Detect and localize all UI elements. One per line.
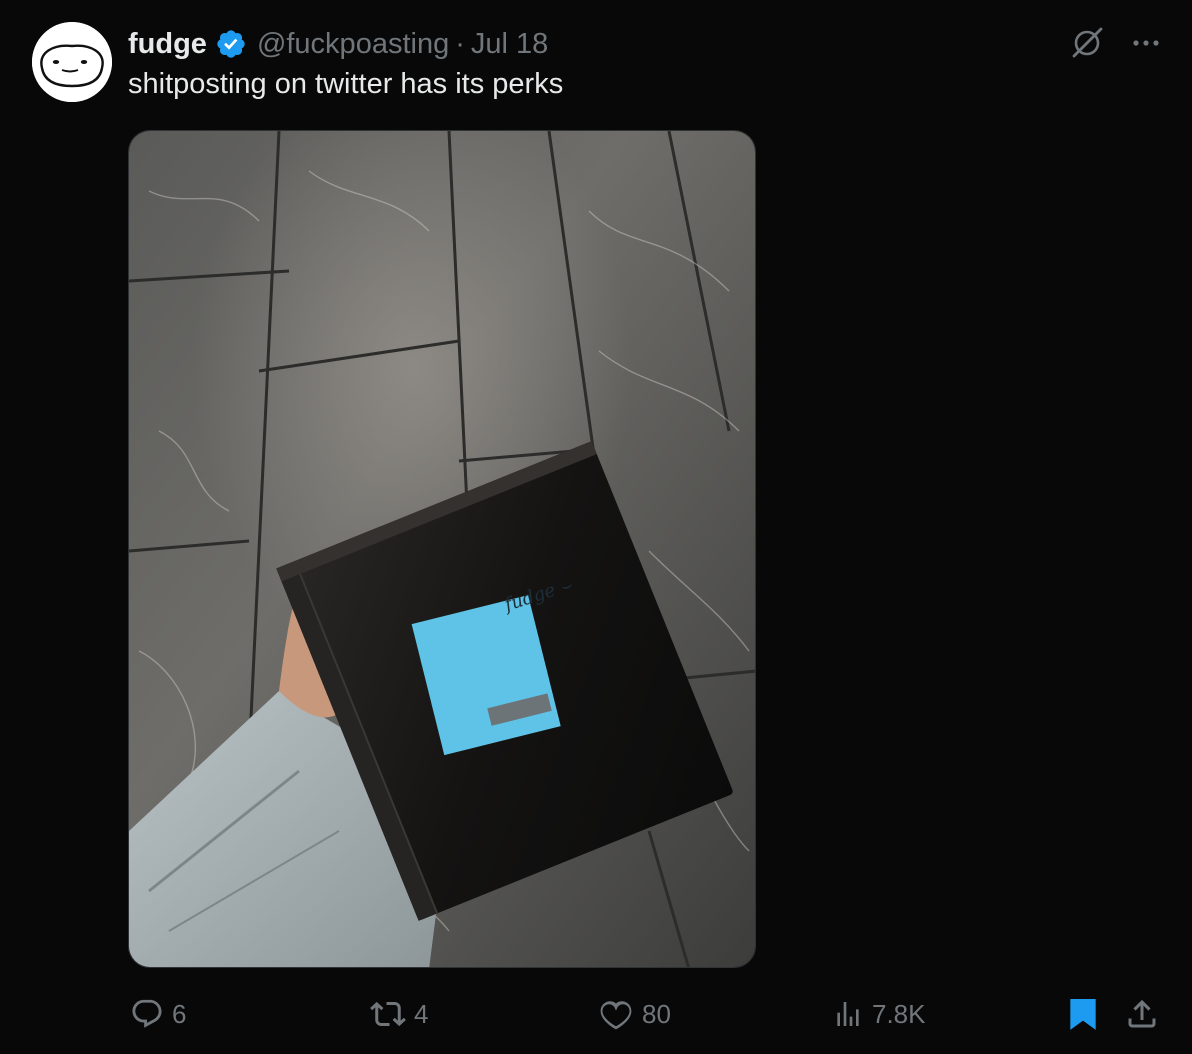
tweet-photo[interactable]: fudge ⌣ [128, 130, 756, 968]
avatar[interactable] [32, 22, 112, 102]
repost-count: 4 [414, 998, 429, 1029]
repost-button[interactable]: 4 [370, 994, 428, 1034]
views-icon [837, 1002, 859, 1026]
avatar-blob-face [32, 22, 112, 102]
tweet-text: shitposting on twitter has its perks [128, 68, 564, 100]
tweet-date[interactable]: Jul 18 [471, 28, 548, 61]
like-count: 80 [642, 998, 671, 1029]
share-icon [1128, 999, 1156, 1028]
views-button[interactable]: 7.8K [832, 994, 926, 1034]
reply-icon [132, 999, 162, 1028]
more-icon[interactable] [1130, 26, 1162, 63]
heart-icon [600, 1001, 632, 1030]
bookmark-button[interactable] [1064, 994, 1102, 1034]
tweet-header: fudge @fuckpoasting · Jul 18 [128, 24, 548, 64]
grok-icon[interactable] [1068, 22, 1108, 67]
reply-count: 6 [172, 998, 187, 1029]
separator-dot: · [455, 27, 465, 60]
bookmark-icon [1070, 998, 1096, 1030]
tweet-actions: 6 4 80 7.8K [0, 994, 1192, 1034]
tweet-top-actions [1068, 22, 1162, 67]
share-button[interactable] [1124, 994, 1160, 1034]
views-count: 7.8K [872, 998, 926, 1029]
verified-badge-icon [215, 28, 247, 60]
repost-icon [370, 1001, 406, 1027]
like-button[interactable]: 80 [598, 994, 671, 1034]
reply-button[interactable]: 6 [130, 994, 186, 1034]
tweet: fudge @fuckpoasting · Jul 18 shitposting… [0, 0, 1192, 1054]
user-handle[interactable]: @fuckpoasting [257, 28, 449, 61]
display-name[interactable]: fudge [128, 28, 207, 61]
photo-black-box-on-marble-floor: fudge ⌣ [129, 131, 755, 967]
